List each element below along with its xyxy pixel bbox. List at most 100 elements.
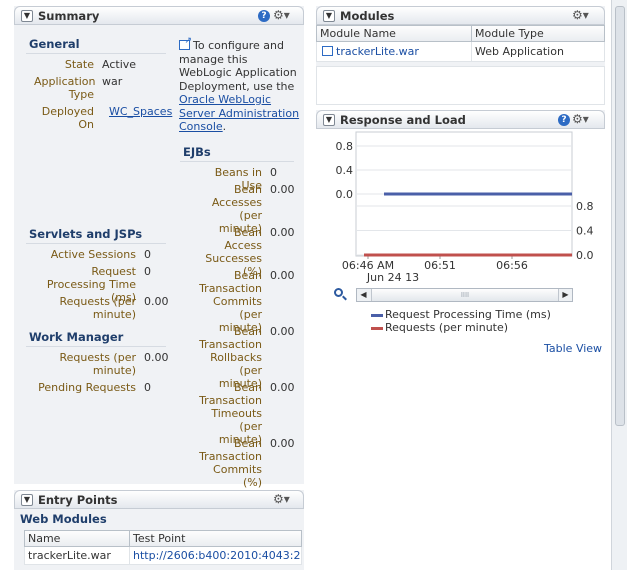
app-type-value: war (102, 75, 123, 88)
servlets-section-title: Servlets and JSPs (29, 227, 143, 241)
state-value: Active (102, 58, 137, 71)
ejbs-section-title: EJBs (183, 145, 211, 159)
legend-item: Requests (per minute) (371, 321, 551, 334)
legend-label: Request Processing Time (ms) (385, 308, 551, 321)
module-type-cell: Web Application (471, 41, 605, 62)
modules-panel: ▼ Modules ⚙▾ Module Name Module Type tra… (316, 6, 605, 105)
modules-header-row: Module Name Module Type (316, 25, 605, 42)
app-type-label: Application Type (34, 75, 96, 101)
zoom-icon[interactable] (334, 288, 348, 302)
chart-legend: Request Processing Time (ms) Requests (p… (371, 308, 551, 334)
col-module-type-header[interactable]: Module Type (471, 25, 605, 42)
x-axis-tick-label: 06:51 (424, 259, 456, 272)
response-load-panel: ▼ Response and Load ? ⚙▾ 0.0 0.4 0.8 0.0 0.4… (316, 110, 605, 360)
scroll-thumb[interactable]: IIII (371, 289, 559, 301)
table-view-link[interactable]: Table View (544, 342, 602, 355)
state-label: State (64, 58, 94, 71)
active-sessions-label: Active Sessions (50, 248, 136, 261)
right-axis-tick-label: 0.4 (576, 225, 594, 238)
configure-note-text: To configure and manage this WebLogic Ap… (179, 39, 297, 93)
weblogic-console-link[interactable]: Oracle WebLogic Server Administration Co… (179, 93, 299, 133)
col-test-point-header[interactable]: Test Point (129, 530, 302, 547)
legend-item: Request Processing Time (ms) (371, 308, 551, 321)
ejb-tx-timeouts-value: 0.00 (270, 381, 295, 394)
module-name-link[interactable]: trackerLite.war (336, 45, 419, 58)
ejb-bean-accesses-value: 0.00 (270, 183, 295, 196)
ejb-tx-rollbacks-value: 0.00 (270, 325, 295, 338)
wm-requests-label: Requests (per minute) (59, 351, 136, 377)
general-section-title: General (29, 37, 80, 51)
scroll-left-arrow-icon[interactable]: ◀ (357, 289, 370, 301)
module-name-cell[interactable]: trackerLite.war (316, 41, 472, 62)
modules-title: Modules (340, 9, 395, 23)
collapse-toggle-icon[interactable]: ▼ (21, 494, 33, 506)
scroll-right-arrow-icon[interactable]: ▶ (559, 289, 572, 301)
work-manager-divider (26, 346, 166, 347)
response-load-chart: 0.00.40.80.00.40.806:46 AM 06:51 06:56Jun … (336, 131, 594, 284)
ejb-access-successes-value: 0.00 (270, 226, 295, 239)
gear-menu-icon[interactable]: ⚙▾ (572, 8, 589, 22)
ejbs-divider (180, 161, 294, 162)
left-axis-tick-label: 0.0 (336, 188, 354, 201)
entry-points-panel: ▼ Entry Points ⚙▾ Web Modules Name Test … (14, 490, 304, 570)
right-axis-tick-label: 0.8 (576, 200, 594, 213)
col-module-name-header[interactable]: Module Name (316, 25, 472, 42)
response-load-header: ▼ Response and Load ? ⚙▾ (316, 110, 605, 129)
work-manager-section-title: Work Manager (29, 330, 124, 344)
gear-menu-icon[interactable]: ⚙▾ (572, 112, 589, 126)
left-axis-tick-label: 0.4 (336, 164, 354, 177)
ejb-beans-in-use-value: 0 (270, 166, 277, 179)
pending-requests-value: 0 (144, 381, 151, 394)
modules-header: ▼ Modules ⚙▾ (316, 6, 605, 25)
ejb-tx-commits-value: 0.00 (270, 269, 295, 282)
deployed-on-label: Deployed On (41, 105, 94, 131)
deployed-on-link[interactable]: WC_Spaces (109, 105, 172, 118)
modules-table-body-area (316, 66, 605, 105)
active-sessions-value: 0 (144, 248, 151, 261)
legend-label: Requests (per minute) (385, 321, 509, 334)
wm-requests-value: 0.00 (144, 351, 169, 364)
web-module-name: trackerLite.war (24, 546, 130, 565)
servlets-divider (26, 243, 166, 244)
web-modules-table: Name Test Point trackerLite.war http://2… (24, 530, 302, 565)
summary-title: Summary (38, 9, 100, 23)
gear-menu-icon[interactable]: ⚙▾ (273, 8, 290, 22)
summary-panel-header: ▼ Summary ? ⚙▾ (14, 6, 304, 25)
test-point-link[interactable]: http://2606:b400:2010:4043:216:3 (129, 546, 302, 565)
chart-time-scrollbar[interactable]: ◀ IIII ▶ (356, 288, 573, 302)
configure-note: ↗ To configure and manage this WebLogic … (179, 37, 301, 134)
external-link-icon: ↗ (179, 37, 192, 50)
legend-swatch-red (371, 326, 383, 330)
summary-panel: ▼ Summary ? ⚙▾ General State Active Appl… (14, 6, 304, 489)
pending-requests-label: Pending Requests (38, 381, 136, 394)
table-row: trackerLite.war http://2606:b400:2010:40… (24, 546, 302, 565)
collapse-toggle-icon[interactable]: ▼ (21, 10, 33, 22)
help-icon[interactable]: ? (558, 114, 570, 126)
modules-table: Module Name Module Type trackerLite.war … (316, 25, 605, 62)
entry-points-header: ▼ Entry Points ⚙▾ (14, 490, 304, 509)
x-axis-tick-label: 06:56 (496, 259, 528, 272)
servlet-requests-label: Requests (per minute) (59, 295, 136, 321)
col-name-header[interactable]: Name (24, 530, 130, 547)
test-point-url[interactable]: http://2606:b400:2010:4043:216:3 (133, 549, 301, 562)
collapse-toggle-icon[interactable]: ▼ (323, 10, 335, 22)
web-modules-header-row: Name Test Point (24, 530, 302, 547)
right-axis-tick-label: 0.0 (576, 249, 594, 262)
servlet-requests-value: 0.00 (144, 295, 169, 308)
scrollbar-thumb[interactable] (615, 6, 625, 426)
entry-points-title: Entry Points (38, 493, 118, 507)
page-vertical-scrollbar[interactable] (611, 0, 627, 570)
collapse-toggle-icon[interactable]: ▼ (323, 114, 335, 126)
ejb-tx-commits-pct-value: 0.00 (270, 437, 295, 450)
table-row: trackerLite.war Web Application (316, 41, 605, 62)
response-load-title: Response and Load (340, 113, 466, 127)
legend-swatch-blue (371, 313, 383, 317)
help-icon[interactable]: ? (258, 10, 270, 22)
general-divider (26, 53, 166, 54)
x-axis-date-label: Jun 24 13 (366, 271, 419, 284)
request-processing-time-value: 0 (144, 265, 151, 278)
ejb-tx-commits-pct-label: Bean Transaction Commits (%) (199, 437, 262, 489)
configure-note-suffix: . (222, 120, 227, 133)
gear-menu-icon[interactable]: ⚙▾ (273, 492, 290, 506)
web-modules-title: Web Modules (20, 512, 107, 526)
